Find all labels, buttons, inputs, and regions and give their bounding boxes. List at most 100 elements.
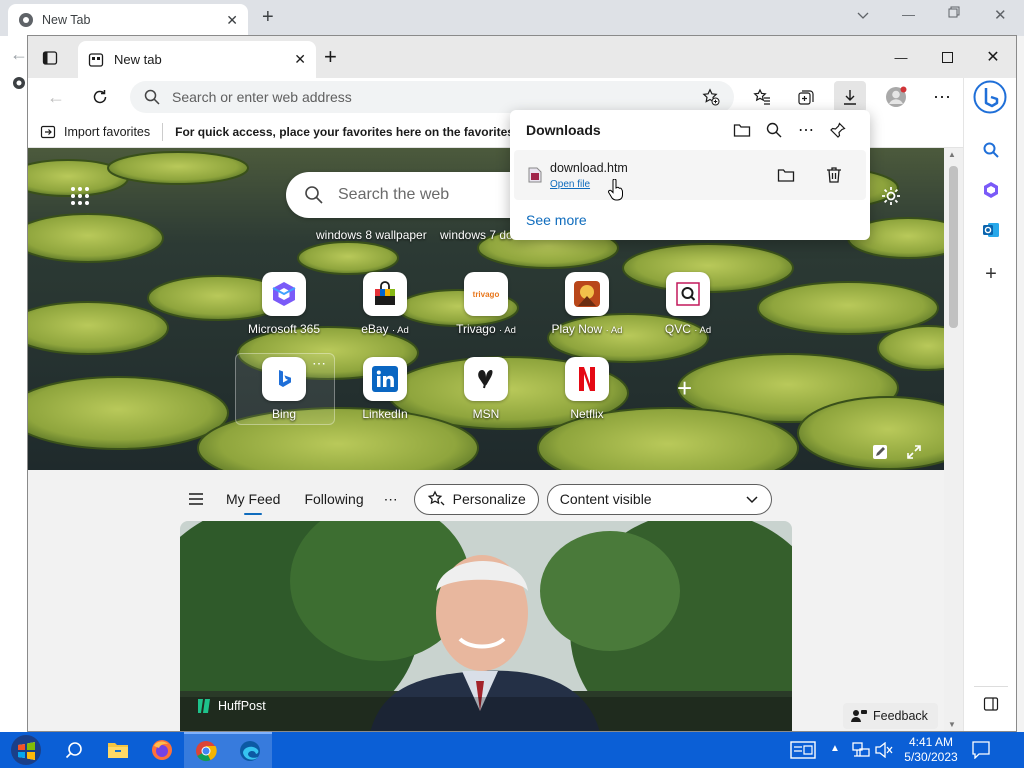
chrome-restore-icon[interactable] xyxy=(948,6,960,18)
sidebar-search-icon[interactable] xyxy=(964,130,1016,170)
quicklink-linkedin[interactable]: LinkedIn xyxy=(333,357,437,429)
feedback-button[interactable]: Feedback xyxy=(843,703,938,729)
downloads-flyout: Downloads ⋯ download.htm Open file See m… xyxy=(510,110,870,240)
ad-badge: · Ad xyxy=(499,325,516,336)
scrollbar-thumb[interactable] xyxy=(949,166,958,328)
trending-search-2[interactable]: windows 7 do xyxy=(440,228,513,242)
address-bar[interactable] xyxy=(130,81,734,113)
feed-more-icon[interactable]: ⋯ xyxy=(376,491,414,508)
scroll-down-icon[interactable]: ▼ xyxy=(948,720,956,729)
start-button-icon[interactable] xyxy=(0,732,52,768)
sidebar-add-icon[interactable]: + xyxy=(964,254,1016,294)
ad-badge: · Ad xyxy=(605,325,623,336)
content-visibility-value: Content visible xyxy=(559,491,652,507)
sidebar-settings-icon[interactable] xyxy=(964,724,1016,731)
feed-menu-icon[interactable] xyxy=(178,492,214,506)
quicklink-play-now[interactable]: Play Now · Ad xyxy=(535,272,639,344)
minimize-icon[interactable]: — xyxy=(878,36,924,78)
import-favorites-icon[interactable] xyxy=(40,124,56,140)
more-options-icon[interactable]: ⋯ xyxy=(926,81,958,113)
delete-download-icon[interactable] xyxy=(818,161,850,189)
fullscreen-icon[interactable] xyxy=(906,444,922,460)
profile-avatar[interactable] xyxy=(880,81,912,113)
favorites-icon[interactable] xyxy=(746,81,778,113)
windows-taskbar: ▲ 4:41 AM 5/30/2023 xyxy=(0,732,1024,768)
edge-new-tab-icon[interactable]: + xyxy=(324,44,337,70)
content-visibility-dropdown[interactable]: Content visible xyxy=(546,483,772,515)
notifications-icon[interactable] xyxy=(972,741,990,759)
sidebar-office-icon[interactable] xyxy=(964,170,1016,210)
downloads-more-icon[interactable]: ⋯ xyxy=(790,116,822,144)
download-item[interactable]: download.htm Open file xyxy=(514,150,866,201)
chrome-tab-close-icon[interactable]: ✕ xyxy=(226,12,238,29)
play-now-game-icon xyxy=(565,272,609,316)
feedback-label: Feedback xyxy=(873,709,928,723)
apps-grid-icon[interactable] xyxy=(70,186,90,206)
taskbar-search-icon[interactable] xyxy=(52,732,96,768)
web-search-box[interactable]: Search the web xyxy=(286,172,546,218)
chrome-tab-newtab[interactable]: New Tab ✕ xyxy=(8,4,248,36)
edge-tab-close-icon[interactable]: ✕ xyxy=(294,51,306,68)
add-favorite-icon[interactable] xyxy=(702,88,720,106)
chrome-new-tab-icon[interactable]: + xyxy=(262,6,274,29)
trending-search-1[interactable]: windows 8 wallpaper xyxy=(316,228,427,242)
tab-actions-icon[interactable] xyxy=(42,50,58,66)
window-controls: — ✕ xyxy=(878,36,1016,78)
page-scrollbar[interactable]: ▲ ▼ xyxy=(944,148,963,731)
quicklink-microsoft-365[interactable]: Microsoft 365 xyxy=(232,272,336,344)
maximize-icon[interactable] xyxy=(924,36,970,78)
downloads-icon[interactable] xyxy=(834,81,866,113)
quicklink-trivago[interactable]: trivago Trivago · Ad xyxy=(434,272,538,344)
tray-expand-icon[interactable]: ▲ xyxy=(830,743,840,754)
quicklink-netflix[interactable]: Netflix xyxy=(535,357,639,429)
scroll-up-icon[interactable]: ▲ xyxy=(948,150,956,159)
chrome-account-icon[interactable] xyxy=(12,76,26,90)
add-quicklink-icon[interactable]: + xyxy=(677,373,692,404)
edge-taskbar-icon[interactable] xyxy=(228,732,272,768)
quicklink-more-icon[interactable]: ⋯ xyxy=(312,355,326,372)
show-in-folder-icon[interactable] xyxy=(770,161,802,189)
address-input[interactable] xyxy=(172,89,690,105)
chrome-tab-title: New Tab xyxy=(42,13,91,27)
personalize-button[interactable]: Personalize xyxy=(413,483,539,515)
favorites-hint: For quick access, place your favorites h… xyxy=(175,124,536,139)
collections-icon[interactable] xyxy=(790,81,822,113)
search-downloads-icon[interactable] xyxy=(758,116,790,144)
quicklink-ebay[interactable]: eBay · Ad xyxy=(333,272,437,344)
volume-muted-icon[interactable] xyxy=(875,742,893,758)
open-downloads-folder-icon[interactable] xyxy=(726,116,758,144)
edge-title-bar: New tab ✕ + — ✕ xyxy=(28,36,1016,78)
back-icon[interactable]: ← xyxy=(40,81,72,113)
quicklink-qvc[interactable]: QVC · Ad xyxy=(636,272,740,344)
chrome-taskbar-icon[interactable] xyxy=(184,732,228,768)
chrome-close-icon[interactable]: ✕ xyxy=(994,6,1007,24)
firefox-icon[interactable] xyxy=(140,732,184,768)
microsoft-365-icon xyxy=(262,272,306,316)
quicklink-label: Microsoft 365 xyxy=(247,322,321,336)
chrome-back-icon[interactable]: ← xyxy=(10,44,28,65)
edge-tab-newtab[interactable]: New tab ✕ xyxy=(78,41,316,78)
bing-chat-icon[interactable] xyxy=(973,80,1007,114)
hide-sidebar-icon[interactable] xyxy=(964,684,1016,724)
chrome-minimize-icon[interactable]: — xyxy=(902,7,915,22)
open-file-link[interactable]: Open file xyxy=(550,179,590,190)
refresh-icon[interactable] xyxy=(84,81,116,113)
system-clock[interactable]: 4:41 AM 5/30/2023 xyxy=(896,732,966,768)
quicklink-msn[interactable]: MSN xyxy=(434,357,538,429)
chrome-tab-search-icon[interactable] xyxy=(856,8,870,22)
page-settings-icon[interactable] xyxy=(880,185,902,207)
import-favorites-button[interactable]: Import favorites xyxy=(64,125,150,139)
network-icon[interactable] xyxy=(852,742,870,758)
feed-card[interactable]: HuffPost xyxy=(180,521,792,731)
pin-downloads-icon[interactable] xyxy=(822,116,854,144)
netflix-icon xyxy=(565,357,609,401)
quicklink-label: Bing xyxy=(271,407,297,421)
sidebar-outlook-icon[interactable] xyxy=(964,210,1016,250)
edit-background-icon[interactable] xyxy=(872,444,888,460)
file-explorer-icon[interactable] xyxy=(96,732,140,768)
action-center-notification-icon[interactable] xyxy=(790,732,816,768)
close-window-icon[interactable]: ✕ xyxy=(970,36,1016,78)
tab-following[interactable]: Following xyxy=(292,491,375,507)
see-more-link[interactable]: See more xyxy=(526,212,587,228)
tab-my-feed[interactable]: My Feed xyxy=(214,491,292,515)
